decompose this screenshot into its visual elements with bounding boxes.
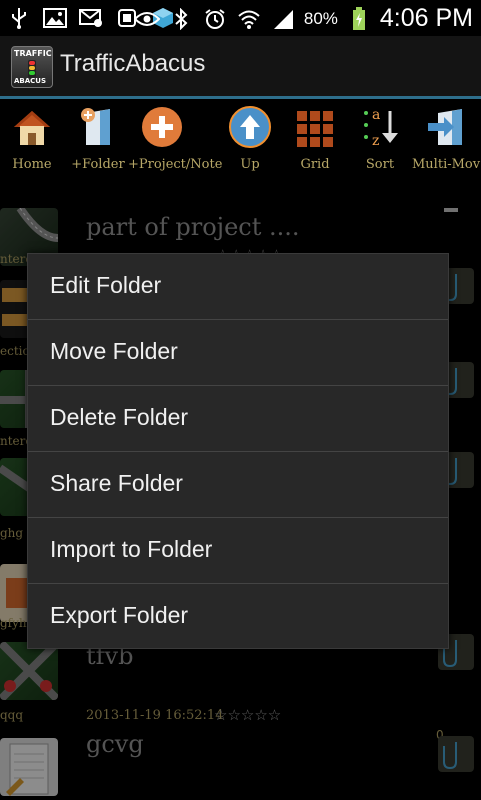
menu-item-label: Export Folder bbox=[50, 602, 189, 628]
add-project-note-label: +Project/Note bbox=[128, 157, 223, 172]
clock: 4:06 PM bbox=[379, 4, 473, 32]
battery-charging-icon bbox=[346, 6, 372, 31]
sort-button[interactable]: az Sort bbox=[346, 105, 414, 172]
folder-context-menu: Edit Folder Move Folder Delete Folder Sh… bbox=[27, 253, 449, 649]
gmail-icon bbox=[78, 6, 104, 30]
menu-item-label: Move Folder bbox=[50, 338, 178, 364]
menu-item-import-to-folder[interactable]: Import to Folder bbox=[28, 518, 448, 584]
up-label: Up bbox=[240, 157, 260, 172]
up-button[interactable]: Up bbox=[216, 105, 284, 172]
grid-label: Grid bbox=[300, 157, 330, 172]
toolbar: Home +Folder +Project/Note Up Grid az So… bbox=[0, 99, 481, 179]
multi-move-label: Multi-Mov bbox=[412, 157, 481, 172]
menu-item-label: Import to Folder bbox=[50, 536, 213, 562]
add-project-note-button[interactable]: +Project/Note bbox=[128, 105, 223, 172]
eye-icon bbox=[133, 7, 160, 31]
svg-text:a: a bbox=[372, 107, 380, 123]
add-circle-icon bbox=[140, 105, 184, 149]
logo-text-bottom: ABACUS bbox=[14, 77, 47, 85]
home-label: Home bbox=[12, 157, 52, 172]
menu-item-delete-folder[interactable]: Delete Folder bbox=[28, 386, 448, 452]
up-arrow-icon bbox=[228, 105, 272, 149]
signal-icon bbox=[270, 7, 296, 31]
app-logo[interactable]: TRAFFIC ABACUS bbox=[11, 46, 53, 88]
add-folder-icon bbox=[76, 105, 120, 149]
house-icon bbox=[10, 105, 54, 149]
logo-text-top: TRAFFIC bbox=[14, 49, 52, 58]
home-button[interactable]: Home bbox=[0, 105, 66, 172]
menu-item-export-folder[interactable]: Export Folder bbox=[28, 584, 448, 649]
add-folder-button[interactable]: +Folder bbox=[64, 105, 132, 172]
bluetooth-icon bbox=[168, 7, 194, 31]
alarm-icon bbox=[202, 7, 228, 31]
svg-text:z: z bbox=[372, 133, 379, 149]
action-bar: TRAFFIC ABACUS TrafficAbacus bbox=[0, 36, 481, 96]
menu-item-move-folder[interactable]: Move Folder bbox=[28, 320, 448, 386]
menu-item-edit-folder[interactable]: Edit Folder bbox=[28, 254, 448, 320]
menu-item-share-folder[interactable]: Share Folder bbox=[28, 452, 448, 518]
multi-move-button[interactable]: Multi-Mov bbox=[412, 105, 480, 172]
wifi-icon bbox=[236, 7, 262, 31]
multi-move-icon bbox=[424, 105, 468, 149]
add-folder-label: +Folder bbox=[71, 157, 125, 172]
menu-item-label: Delete Folder bbox=[50, 404, 189, 430]
battery-percent: 80% bbox=[303, 8, 338, 28]
usb-icon bbox=[6, 6, 32, 30]
app-title: TrafficAbacus bbox=[60, 50, 206, 77]
grid-icon bbox=[293, 105, 337, 149]
menu-item-label: Share Folder bbox=[50, 470, 183, 496]
sort-label: Sort bbox=[365, 157, 395, 172]
menu-item-label: Edit Folder bbox=[50, 272, 162, 298]
status-bar: 80% 4:06 PM bbox=[0, 0, 481, 36]
traffic-light-icon bbox=[28, 60, 36, 78]
sort-az-icon: az bbox=[358, 105, 402, 149]
grid-button[interactable]: Grid bbox=[281, 105, 349, 172]
image-icon bbox=[42, 6, 68, 30]
